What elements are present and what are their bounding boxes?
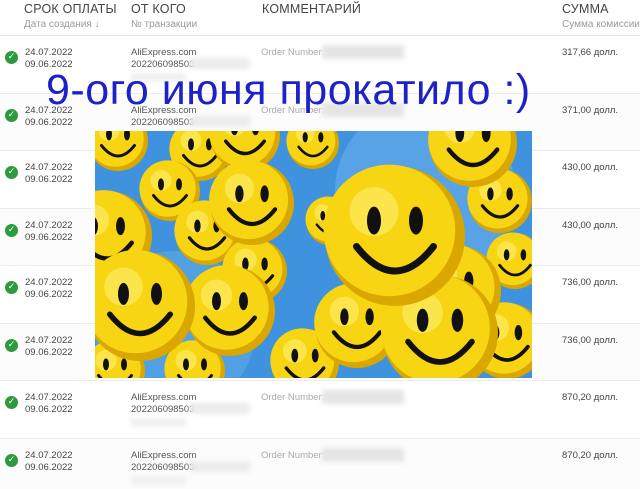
status-check-icon: ✓ — [5, 453, 18, 467]
comment-blur — [322, 45, 404, 59]
status-check-icon: ✓ — [5, 51, 18, 64]
header-created-sort[interactable]: Дата создания ↓ — [24, 19, 117, 30]
amount: 371,00 долл. — [562, 104, 619, 116]
header-fee-label: Сумма комиссии — [562, 19, 640, 30]
amount: 736,00 долл. — [562, 277, 619, 288]
header-sum-label: СУММА — [562, 2, 609, 16]
created-date: 09.06.2022 — [25, 461, 73, 473]
transaction-extra-blur — [131, 475, 186, 485]
header-date-column[interactable]: СРОК ОПЛАТЫ Дата создания ↓ — [24, 2, 117, 30]
status-check-icon: ✓ — [5, 223, 18, 237]
transaction-id-blur — [190, 460, 250, 472]
status-check-icon: ✓ — [5, 108, 18, 122]
amount: 870,20 долл. — [562, 392, 619, 403]
header-from-label: ОТ КОГО — [131, 2, 186, 16]
transaction-id-blur — [190, 403, 250, 414]
transaction-id: 202206098503 — [131, 116, 195, 128]
header-sum-column[interactable]: СУММА Сумма комиссии — [562, 2, 640, 30]
due-date: 24.07.2022 — [25, 47, 73, 58]
table-row[interactable]: ✓ 24.07.2022 09.06.2022 AliExpress.com 20220… — [0, 381, 640, 439]
amount: 430,00 долл. — [562, 219, 619, 231]
status-check-icon: ✓ — [5, 396, 18, 409]
status-check-icon: ✓ — [5, 166, 18, 179]
header-comment-column: КОММЕНТАРИЙ — [262, 2, 361, 16]
created-date: 09.06.2022 — [25, 289, 73, 300]
transaction-extra-blur — [131, 418, 186, 427]
due-date: 24.07.2022 — [25, 334, 73, 346]
smiley-icon — [184, 265, 275, 356]
comment: Order Number: — [261, 47, 325, 58]
header-comment-label: КОММЕНТАРИЙ — [262, 2, 362, 16]
created-date: 09.06.2022 — [25, 116, 73, 128]
amount: 736,00 долл. — [562, 334, 619, 346]
amount: 317,66 долл. — [562, 47, 619, 58]
smileys-image — [95, 131, 532, 378]
amount: 870,20 долл. — [562, 449, 619, 461]
created-date: 09.06.2022 — [25, 231, 73, 243]
smiley-icon — [209, 160, 294, 245]
smiley-icon — [323, 164, 465, 306]
header-from-column[interactable]: ОТ КОГО № транзакции — [131, 2, 197, 30]
comment: Order Number: — [261, 449, 325, 461]
due-date: 24.07.2022 — [25, 277, 73, 288]
transaction-id: 202206098503 — [131, 461, 195, 473]
sender: AliExpress.com — [131, 47, 197, 58]
created-date: 09.06.2022 — [25, 346, 73, 358]
due-date: 24.07.2022 — [25, 392, 73, 403]
created-date: 09.06.2022 — [25, 404, 73, 415]
status-check-icon: ✓ — [5, 338, 18, 352]
smileys-picture — [95, 131, 532, 378]
table-header: СРОК ОПЛАТЫ Дата создания ↓ ОТ КОГО № тр… — [0, 0, 640, 36]
due-date: 24.07.2022 — [25, 219, 73, 231]
header-date-label: СРОК ОПЛАТЫ — [24, 2, 117, 16]
comment-blur — [322, 390, 404, 404]
sender: AliExpress.com — [131, 392, 197, 403]
overlay-caption: 9-ого июня прокатило :) — [46, 66, 531, 114]
due-date: 24.07.2022 — [25, 162, 73, 173]
header-tx-label: № транзакции — [131, 19, 198, 30]
comment-blur — [322, 447, 404, 462]
amount: 430,00 долл. — [562, 162, 619, 173]
due-date: 24.07.2022 — [25, 449, 73, 461]
status-check-icon: ✓ — [5, 281, 18, 294]
created-date: 09.06.2022 — [25, 174, 73, 185]
transaction-id: 202206098503 — [131, 404, 195, 415]
comment: Order Number: — [261, 392, 325, 403]
table-row[interactable]: ✓ 24.07.2022 09.06.2022 AliExpress.com 20220… — [0, 438, 640, 489]
sender: AliExpress.com — [131, 449, 197, 461]
transaction-id-blur — [190, 115, 250, 127]
